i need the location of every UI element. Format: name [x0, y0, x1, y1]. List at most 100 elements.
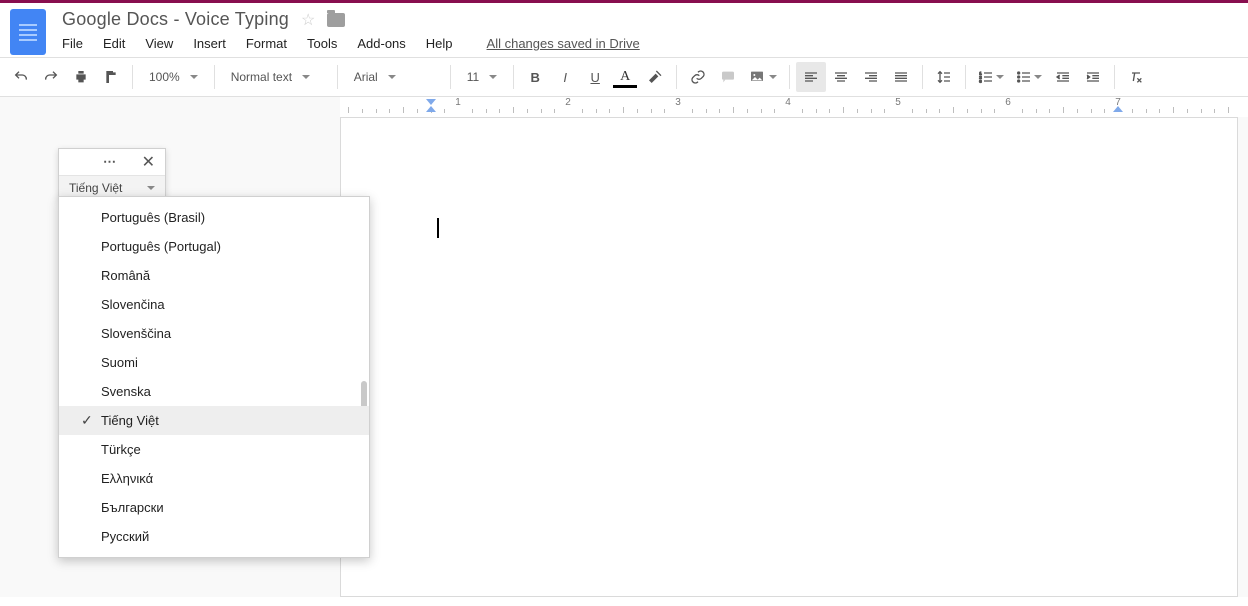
chevron-down-icon [302, 75, 310, 79]
italic-button[interactable]: I [550, 62, 580, 92]
zoom-value: 100% [149, 70, 180, 84]
language-option[interactable]: Slovenčina [59, 290, 369, 319]
close-icon[interactable]: ✕ [142, 152, 155, 172]
language-option[interactable]: Slovenščina [59, 319, 369, 348]
voice-language-value: Tiếng Việt [69, 181, 122, 195]
language-option-label: Türkçe [101, 442, 141, 457]
highlight-color-button[interactable] [640, 62, 670, 92]
docs-app-icon[interactable] [10, 9, 46, 55]
left-indent-marker[interactable] [426, 99, 436, 105]
align-right-button[interactable] [856, 62, 886, 92]
language-option-label: Svenska [101, 384, 151, 399]
menu-bar: File Edit View Insert Format Tools Add-o… [62, 36, 1238, 57]
language-option[interactable]: Türkçe [59, 435, 369, 464]
header: Google Docs - Voice Typing ☆ File Edit V… [0, 3, 1248, 57]
insert-image-button[interactable] [743, 62, 783, 92]
language-option[interactable]: Български [59, 493, 369, 522]
insert-comment-button[interactable] [713, 62, 743, 92]
align-left-button[interactable] [796, 62, 826, 92]
toolbar-separator [789, 65, 790, 89]
chevron-down-icon [489, 75, 497, 79]
line-spacing-button[interactable] [929, 62, 959, 92]
font-size-value: 11 [467, 70, 479, 84]
insert-link-button[interactable] [683, 62, 713, 92]
svg-text:2: 2 [980, 74, 983, 79]
bold-button[interactable]: B [520, 62, 550, 92]
align-center-button[interactable] [826, 62, 856, 92]
language-option[interactable]: Русский [59, 522, 369, 551]
ruler-number: 5 [895, 97, 901, 108]
language-option-label: Русский [101, 529, 149, 544]
toolbar-separator [1114, 65, 1115, 89]
menu-tools[interactable]: Tools [307, 36, 337, 51]
check-icon: ✓ [81, 412, 93, 429]
editor-area: 1234567 ⋯ ✕ Tiếng Việt Português (Brasil… [0, 97, 1248, 597]
underline-button[interactable]: U [580, 62, 610, 92]
menu-insert[interactable]: Insert [193, 36, 226, 51]
document-title[interactable]: Google Docs - Voice Typing [62, 9, 289, 30]
numbered-list-button[interactable]: 123 [972, 62, 1010, 92]
language-option-label: Português (Portugal) [101, 239, 221, 254]
svg-text:3: 3 [980, 78, 983, 83]
toolbar-separator [337, 65, 338, 89]
bulleted-list-button[interactable] [1010, 62, 1048, 92]
language-option[interactable]: Português (Portugal) [59, 232, 369, 261]
language-option-label: Български [101, 500, 164, 515]
font-size-select[interactable]: 11 [457, 62, 507, 92]
right-indent-marker[interactable] [1113, 106, 1123, 112]
ruler-number: 2 [565, 97, 571, 108]
language-option-label: Ελληνικά [101, 471, 153, 486]
toolbar-separator [676, 65, 677, 89]
ruler-number: 1 [455, 97, 461, 108]
chevron-down-icon [190, 75, 198, 79]
chevron-down-icon [996, 75, 1004, 79]
undo-button[interactable] [6, 62, 36, 92]
paragraph-style-select[interactable]: Normal text [221, 62, 331, 92]
voice-typing-toolbar[interactable]: ⋯ ✕ Tiếng Việt [58, 148, 166, 200]
language-option-label: Slovenčina [101, 297, 165, 312]
drag-handle-icon[interactable]: ⋯ [103, 154, 118, 170]
language-option[interactable]: Svenska [59, 377, 369, 406]
language-option[interactable]: Suomi [59, 348, 369, 377]
decrease-indent-button[interactable] [1048, 62, 1078, 92]
increase-indent-button[interactable] [1078, 62, 1108, 92]
clear-formatting-button[interactable] [1121, 62, 1151, 92]
menu-addons[interactable]: Add-ons [357, 36, 405, 51]
menu-help[interactable]: Help [426, 36, 453, 51]
language-option[interactable]: Ελληνικά [59, 464, 369, 493]
language-option-label: Português (Brasil) [101, 210, 205, 225]
toolbar-separator [450, 65, 451, 89]
menu-format[interactable]: Format [246, 36, 287, 51]
language-option[interactable]: ✓Tiếng Việt [59, 406, 369, 435]
language-option[interactable]: Português (Brasil) [59, 203, 369, 232]
save-status[interactable]: All changes saved in Drive [487, 36, 640, 51]
chevron-down-icon [147, 186, 155, 190]
ruler-number: 6 [1005, 97, 1011, 108]
paragraph-style-value: Normal text [231, 70, 292, 84]
text-color-button[interactable]: A [610, 62, 640, 92]
menu-view[interactable]: View [145, 36, 173, 51]
star-icon[interactable]: ☆ [301, 10, 315, 30]
font-value: Arial [354, 70, 378, 84]
redo-button[interactable] [36, 62, 66, 92]
ruler-number: 4 [785, 97, 791, 108]
chevron-down-icon [769, 75, 777, 79]
language-option[interactable]: Română [59, 261, 369, 290]
toolbar-separator [922, 65, 923, 89]
text-cursor [437, 218, 439, 238]
menu-file[interactable]: File [62, 36, 83, 51]
text-color-swatch [613, 85, 637, 88]
document-page[interactable] [340, 117, 1238, 597]
font-select[interactable]: Arial [344, 62, 444, 92]
menu-edit[interactable]: Edit [103, 36, 125, 51]
zoom-select[interactable]: 100% [139, 62, 208, 92]
first-line-indent-marker[interactable] [426, 106, 436, 112]
toolbar-separator [965, 65, 966, 89]
horizontal-ruler[interactable]: 1234567 [340, 97, 1248, 117]
toolbar-separator [513, 65, 514, 89]
move-folder-icon[interactable] [327, 13, 345, 27]
print-button[interactable] [66, 62, 96, 92]
svg-text:1: 1 [980, 70, 983, 75]
align-justify-button[interactable] [886, 62, 916, 92]
paint-format-button[interactable] [96, 62, 126, 92]
